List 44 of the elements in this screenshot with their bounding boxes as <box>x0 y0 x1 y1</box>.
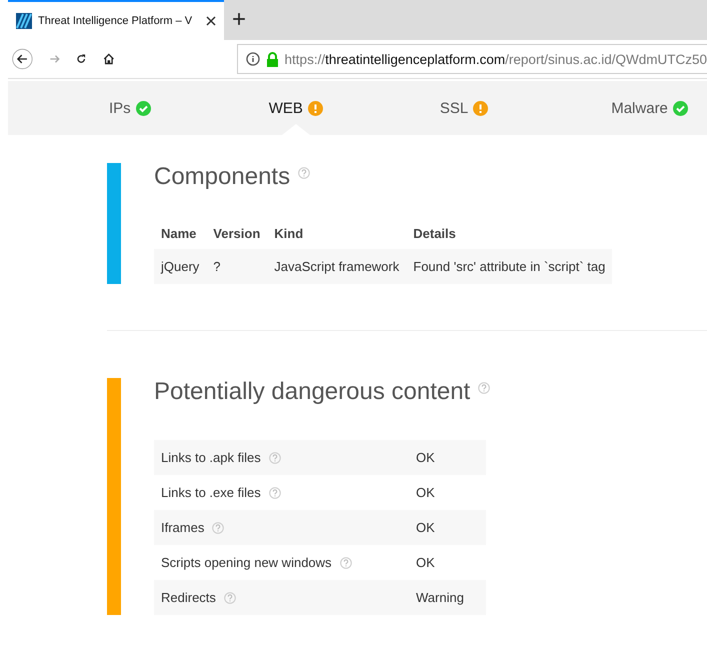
check-label: Iframes <box>161 520 204 535</box>
tab-title: Threat Intelligence Platform – V <box>38 15 194 27</box>
help-icon[interactable] <box>478 382 490 394</box>
column-header: Version <box>206 218 268 249</box>
info-icon[interactable] <box>246 52 260 66</box>
help-icon[interactable] <box>268 486 281 498</box>
check-result: Warning <box>416 590 464 605</box>
check-result: OK <box>416 485 435 500</box>
table-cell: ? <box>206 249 268 284</box>
check-result: OK <box>416 450 435 465</box>
new-tab-button[interactable]: + <box>224 0 254 40</box>
category-tab[interactable]: IPs <box>109 100 131 116</box>
check-result: OK <box>416 555 435 570</box>
url-text: https://threatintelligenceplatform.com/report/sinus.ac.id/QWdmUTCz50 <box>284 52 707 66</box>
check-label: Redirects <box>161 590 216 605</box>
column-header: Kind <box>267 218 406 249</box>
warning-icon <box>308 100 323 116</box>
help-icon[interactable] <box>298 167 310 179</box>
category-tab[interactable]: SSL <box>440 100 468 116</box>
help-icon[interactable] <box>268 452 281 464</box>
help-icon[interactable] <box>224 592 236 604</box>
column-header: Details <box>406 218 612 249</box>
column-header: Name <box>154 218 206 249</box>
warning-icon <box>473 100 488 116</box>
category-tab[interactable]: Malware <box>611 100 668 116</box>
close-icon[interactable] <box>206 16 216 26</box>
table-cell: jQuery <box>154 249 206 284</box>
section-title: Potentially dangerous content <box>154 378 470 406</box>
lock-icon <box>266 52 279 66</box>
check-icon <box>672 100 688 116</box>
help-icon[interactable] <box>212 522 224 534</box>
check-label: Links to .exe files <box>161 485 261 500</box>
address-bar[interactable]: https://threatintelligenceplatform.com/report/sinus.ac.id/QWdmUTCz50 <box>236 44 707 74</box>
browser-tab[interactable]: Threat Intelligence Platform – V <box>8 0 224 40</box>
check-result: OK <box>416 520 435 535</box>
check-label: Links to .apk files <box>161 450 261 465</box>
logo-icon <box>16 13 32 29</box>
category-tab[interactable]: WEB <box>268 100 303 116</box>
table-cell: Found 'src' attribute in `script` tag <box>406 249 612 284</box>
table-cell: JavaScript framework <box>267 249 406 284</box>
section-title: Components <box>154 163 290 191</box>
help-icon[interactable] <box>340 556 352 568</box>
check-label: Scripts opening new windows <box>161 555 332 570</box>
check-icon <box>136 100 151 116</box>
